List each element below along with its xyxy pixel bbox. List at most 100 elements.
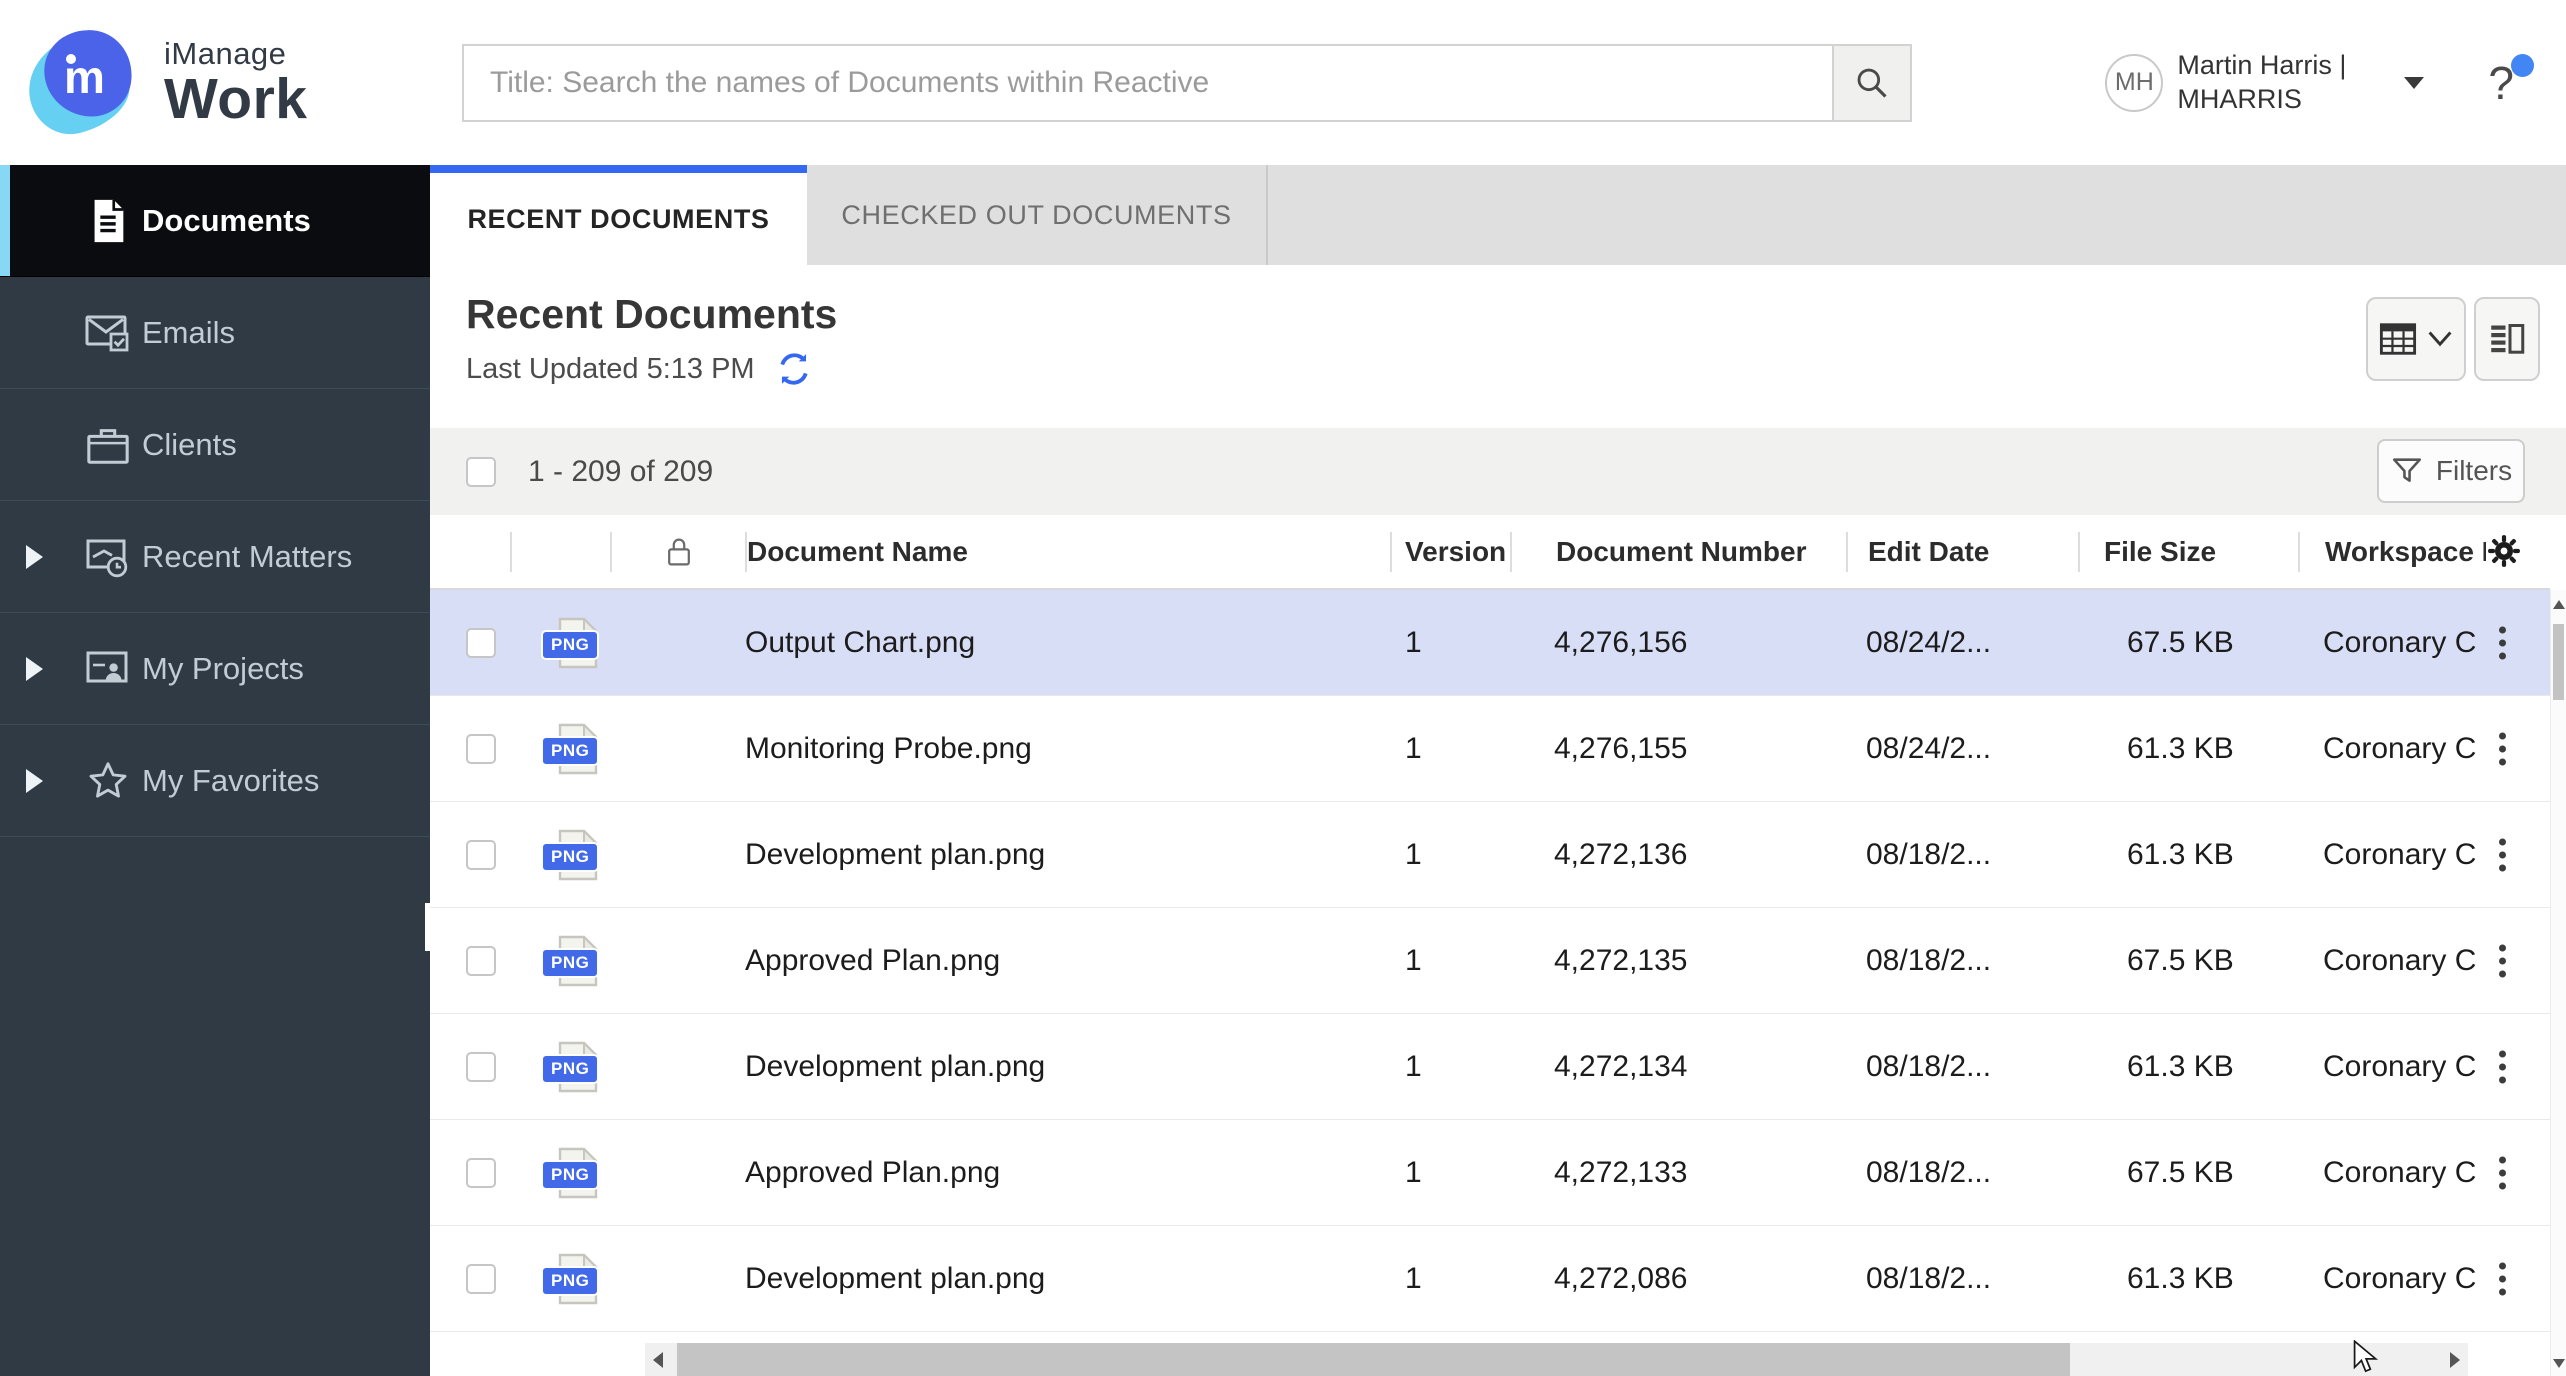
workspace-name-text: Coronary C — [2323, 625, 2477, 659]
document-name-cell[interactable]: Monitoring Probe.png — [745, 696, 1390, 801]
search-input[interactable] — [464, 45, 1832, 120]
document-name-cell[interactable]: Development plan.png — [745, 1014, 1390, 1119]
row-checkbox[interactable] — [466, 945, 496, 976]
file-type-cell: PNG — [510, 1226, 610, 1331]
png-file-icon: PNG — [541, 1041, 600, 1093]
row-checkbox-cell — [430, 908, 510, 1013]
header-file-size[interactable]: File Size — [2078, 531, 2298, 572]
header-document-name[interactable]: Document Name — [745, 531, 1390, 572]
tab-label: RECENT DOCUMENTS — [467, 203, 770, 234]
column-settings-button[interactable] — [2486, 533, 2522, 574]
tab-bar: RECENT DOCUMENTS CHECKED OUT DOCUMENTS — [430, 165, 2566, 265]
header-edit-date[interactable]: Edit Date — [1846, 531, 2078, 572]
scroll-left-arrow[interactable] — [653, 1352, 663, 1368]
scroll-right-arrow[interactable] — [2450, 1352, 2460, 1368]
row-checkbox[interactable] — [466, 839, 496, 870]
kebab-menu-icon[interactable] — [2495, 940, 2510, 981]
file-size-cell: 61.3 KB — [2127, 1261, 2234, 1295]
document-name-cell[interactable]: Output Chart.png — [745, 590, 1390, 695]
png-file-icon: PNG — [541, 617, 600, 669]
edit-date-cell: 08/18/2... — [1866, 1155, 1992, 1189]
scroll-up-arrow[interactable] — [2553, 600, 2565, 609]
expand-arrow-icon[interactable] — [26, 656, 43, 681]
imanage-work-logo[interactable]: m iManage Work — [18, 23, 462, 143]
workspace-cell: Coronary C — [2298, 590, 2550, 695]
table-row[interactable]: PNG Output Chart.png 1 4,276,156 08/24/2… — [430, 590, 2550, 696]
tab-checked-out-documents[interactable]: CHECKED OUT DOCUMENTS — [807, 165, 1266, 265]
vertical-scrollbar[interactable] — [2550, 590, 2566, 1376]
horizontal-scrollbar[interactable] — [645, 1343, 2468, 1376]
table-row[interactable]: PNG Development plan.png 1 4,272,086 08/… — [430, 1226, 2550, 1332]
document-number-cell: 4,272,133 — [1554, 1155, 1688, 1189]
sidebar-item-my-favorites[interactable]: My Favorites — [0, 725, 430, 837]
expand-arrow-icon[interactable] — [26, 768, 43, 793]
select-all-checkbox[interactable] — [466, 456, 496, 487]
workspace-name-text: Coronary C — [2323, 1261, 2477, 1295]
lock-status-cell — [610, 590, 745, 695]
kebab-menu-icon[interactable] — [2495, 1258, 2510, 1299]
file-size-cell: 67.5 KB — [2127, 625, 2234, 659]
sidebar-item-recent-matters[interactable]: Recent Matters — [0, 501, 430, 613]
refresh-icon[interactable] — [775, 350, 813, 388]
row-checkbox[interactable] — [466, 733, 496, 764]
expand-arrow-icon[interactable] — [26, 544, 43, 569]
tab-recent-documents[interactable]: RECENT DOCUMENTS — [430, 165, 807, 265]
document-name-cell[interactable]: Approved Plan.png — [745, 1120, 1390, 1225]
page-title: Recent Documents — [466, 291, 838, 337]
file-size-cell: 67.5 KB — [2127, 1155, 2234, 1189]
row-checkbox[interactable] — [466, 1157, 496, 1188]
brand-line1: iManage — [164, 35, 287, 71]
table-header-row: Document Name Version Document Number Ed… — [430, 515, 2550, 590]
user-username: MHARRIS — [2177, 83, 2302, 114]
document-name-cell[interactable]: Development plan.png — [745, 802, 1390, 907]
edit-date-cell: 08/18/2... — [1866, 1261, 1992, 1295]
table-row[interactable]: PNG Monitoring Probe.png 1 4,276,155 08/… — [430, 696, 2550, 802]
document-number-cell: 4,272,136 — [1554, 837, 1688, 871]
row-checkbox[interactable] — [466, 1051, 496, 1082]
sidebar-item-documents[interactable]: Documents — [0, 165, 430, 277]
kebab-menu-icon[interactable] — [2495, 1046, 2510, 1087]
horizontal-scrollbar-thumb[interactable] — [677, 1343, 2070, 1376]
lock-status-cell — [610, 1014, 745, 1119]
table-row[interactable]: PNG Approved Plan.png 1 4,272,133 08/18/… — [430, 1120, 2550, 1226]
file-type-badge: PNG — [541, 841, 600, 872]
header-lock-column[interactable] — [610, 531, 745, 572]
row-checkbox[interactable] — [466, 1263, 496, 1294]
user-menu-caret-icon[interactable] — [2404, 76, 2425, 89]
document-name-cell[interactable]: Development plan.png — [745, 1226, 1390, 1331]
kebab-menu-icon[interactable] — [2495, 1152, 2510, 1193]
kebab-menu-icon[interactable] — [2495, 834, 2510, 875]
row-checkbox-cell — [430, 802, 510, 907]
document-name-cell[interactable]: Approved Plan.png — [745, 908, 1390, 1013]
lock-status-cell — [610, 1226, 745, 1331]
table-view-icon — [2379, 323, 2417, 355]
preview-panel-button[interactable] — [2474, 297, 2540, 381]
kebab-menu-icon[interactable] — [2495, 622, 2510, 663]
file-type-cell: PNG — [510, 908, 610, 1013]
view-selector-button[interactable] — [2366, 297, 2466, 381]
sidebar-item-emails[interactable]: Emails — [0, 277, 430, 389]
header-version[interactable]: Version — [1390, 531, 1510, 572]
workspace-name-text: Coronary C — [2323, 1155, 2477, 1189]
kebab-menu-icon[interactable] — [2495, 728, 2510, 769]
content-header: Recent Documents Last Updated 5:13 PM — [430, 265, 2566, 428]
sidebar-item-my-projects[interactable]: My Projects — [0, 613, 430, 725]
user-area: MH Martin Harris | MHARRIS ? — [2105, 49, 2538, 117]
search-button[interactable] — [1832, 45, 1910, 120]
file-type-cell: PNG — [510, 696, 610, 801]
edit-date-cell: 08/18/2... — [1866, 943, 1992, 977]
vertical-scrollbar-thumb[interactable] — [2553, 624, 2564, 700]
avatar[interactable]: MH — [2105, 53, 2164, 112]
chevron-down-icon — [2428, 331, 2452, 347]
sidebar-item-clients[interactable]: Clients — [0, 389, 430, 501]
table-row[interactable]: PNG Development plan.png 1 4,272,136 08/… — [430, 802, 2550, 908]
filters-button[interactable]: Filters — [2377, 439, 2525, 503]
row-checkbox[interactable] — [466, 627, 496, 658]
table-row[interactable]: PNG Approved Plan.png 1 4,272,135 08/18/… — [430, 908, 2550, 1014]
version-cell: 1 — [1405, 731, 1422, 765]
help-button[interactable]: ? — [2488, 53, 2534, 110]
sidebar-item-label: Documents — [142, 202, 311, 238]
table-row[interactable]: PNG Development plan.png 1 4,272,134 08/… — [430, 1014, 2550, 1120]
scroll-down-arrow[interactable] — [2553, 1359, 2565, 1368]
header-document-number[interactable]: Document Number — [1510, 531, 1846, 572]
